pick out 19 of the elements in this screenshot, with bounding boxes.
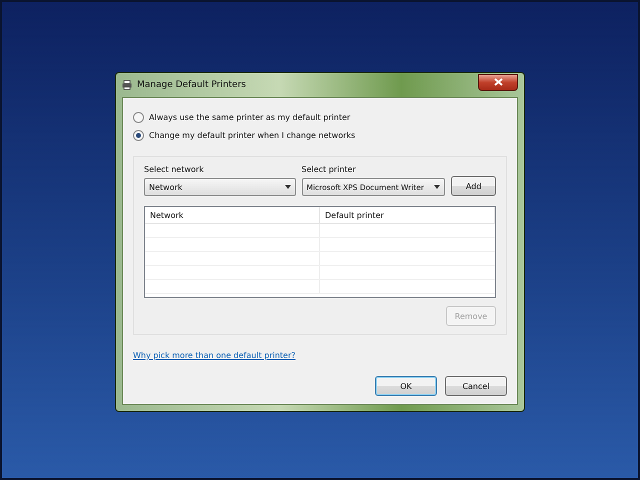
radio-button[interactable] (133, 112, 144, 122)
close-button[interactable] (478, 74, 518, 90)
dropdown-arrow-icon (284, 185, 290, 189)
dropdown-arrow-icon (434, 185, 440, 189)
radio-label: Always use the same printer as my default printer (149, 112, 350, 122)
help-link[interactable]: Why pick more than one default printer? (133, 351, 296, 360)
printer-icon (122, 80, 132, 90)
window-title: Manage Default Printers (137, 80, 246, 90)
column-header[interactable]: Default printer (320, 207, 495, 223)
column-header[interactable]: Network (145, 207, 320, 223)
field-label: Select network (144, 165, 205, 174)
close-icon (494, 78, 502, 86)
radio-button[interactable] (133, 130, 144, 140)
dialog-button[interactable]: Cancel (445, 376, 507, 396)
dialog-button[interactable]: OK (375, 376, 437, 396)
add-button[interactable]: Add (451, 176, 496, 196)
field-label: Select printer (302, 165, 357, 174)
network-dropdown[interactable]: Network (144, 178, 296, 196)
radio-label: Change my default printer when I change networks (149, 130, 356, 140)
